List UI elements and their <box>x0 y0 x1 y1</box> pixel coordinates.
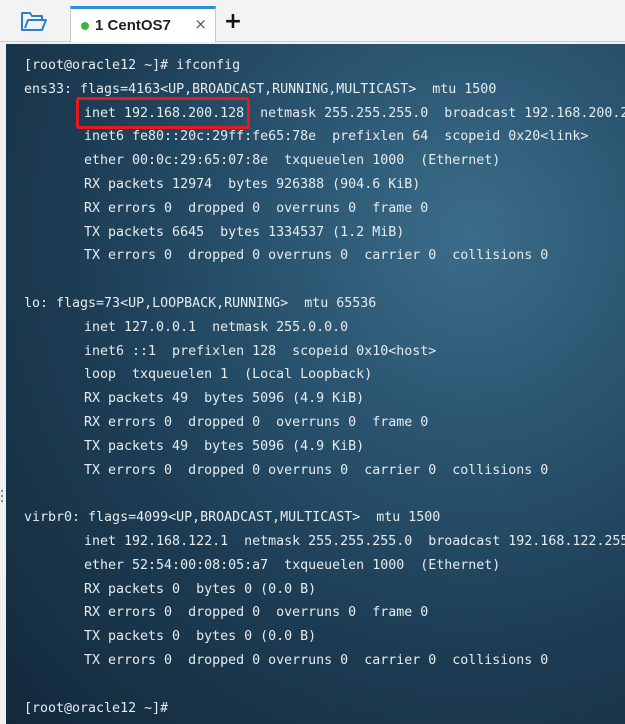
terminal-line: ether 52:54:00:08:05:a7 txqueuelen 1000 … <box>84 557 501 573</box>
tab-centos7[interactable]: 1 CentOS7 × <box>70 6 216 42</box>
terminal-output[interactable]: [root@oracle12 ~]# ifconfig ens33: flags… <box>6 44 625 724</box>
terminal-line: inet 192.168.200.128 netmask 255.255.255… <box>84 105 625 121</box>
resize-grip-icon[interactable] <box>1 490 4 506</box>
terminal-line: ens33: flags=4163<UP,BROADCAST,RUNNING,M… <box>24 81 497 97</box>
terminal-line: inet 192.168.122.1 netmask 255.255.255.0… <box>84 533 625 549</box>
terminal-line: TX packets 49 bytes 5096 (4.9 KiB) <box>84 438 365 454</box>
tab-number: 1 <box>95 17 104 34</box>
terminal-line: inet 127.0.0.1 netmask 255.0.0.0 <box>84 319 349 335</box>
terminal-line: RX packets 49 bytes 5096 (4.9 KiB) <box>84 391 365 407</box>
terminal-line: RX packets 12974 bytes 926388 (904.6 KiB… <box>84 176 421 192</box>
terminal-line: TX packets 6645 bytes 1334537 (1.2 MiB) <box>84 224 405 240</box>
terminal-line: loop txqueuelen 1 (Local Loopback) <box>84 367 373 383</box>
terminal-line: virbr0: flags=4099<UP,BROADCAST,MULTICAS… <box>24 510 441 526</box>
terminal-line: ether 00:0c:29:65:07:8e txqueuelen 1000 … <box>84 153 501 169</box>
terminal-line: RX errors 0 dropped 0 overruns 0 frame 0 <box>84 200 429 216</box>
terminal-line: inet6 fe80::20c:29ff:fe65:78e prefixlen … <box>84 129 589 145</box>
terminal-line: RX errors 0 dropped 0 overruns 0 frame 0 <box>84 414 429 430</box>
add-tab-button[interactable]: + <box>222 8 244 34</box>
terminal-line: TX errors 0 dropped 0 overruns 0 carrier… <box>84 462 549 478</box>
terminal-line: inet6 ::1 prefixlen 128 scopeid 0x10<hos… <box>84 343 437 359</box>
terminal-line: TX packets 0 bytes 0 (0.0 B) <box>84 629 317 645</box>
folder-open-icon[interactable] <box>16 8 52 36</box>
terminal-line: TX errors 0 dropped 0 overruns 0 carrier… <box>84 248 549 264</box>
tab-title: CentOS7 <box>107 17 171 34</box>
terminal-line: RX errors 0 dropped 0 overruns 0 frame 0 <box>84 605 429 621</box>
terminal-line: lo: flags=73<UP,LOOPBACK,RUNNING> mtu 65… <box>24 295 377 311</box>
terminal-line: TX errors 0 dropped 0 overruns 0 carrier… <box>84 652 549 668</box>
terminal-line: RX packets 0 bytes 0 (0.0 B) <box>84 581 317 597</box>
close-icon[interactable]: × <box>194 15 207 33</box>
tab-bar: 1 CentOS7 × + <box>0 0 625 42</box>
connection-status-icon <box>81 21 89 30</box>
terminal-prompt: [root@oracle12 ~]# <box>24 700 169 716</box>
terminal-line: [root@oracle12 ~]# ifconfig <box>24 58 241 73</box>
